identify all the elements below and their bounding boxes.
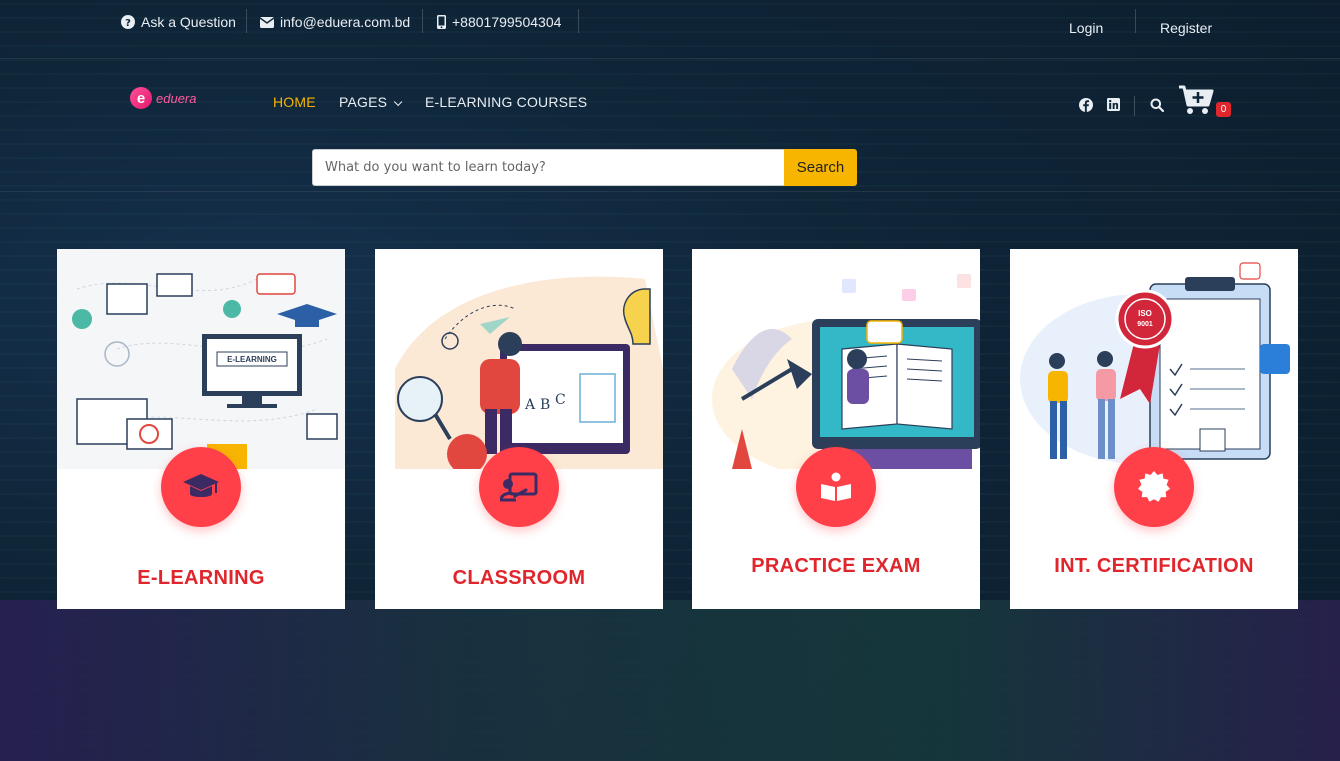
badge	[796, 447, 876, 527]
iso-label: ISO	[1138, 309, 1152, 318]
logo-mark: e	[130, 87, 152, 109]
email-link[interactable]: info@eduera.com.bd	[260, 12, 410, 32]
card-classroom[interactable]: A B C CLASSROOM	[375, 249, 663, 609]
email-label: info@eduera.com.bd	[280, 14, 411, 30]
login-link[interactable]: Login	[1069, 20, 1103, 36]
book-reader-icon	[821, 472, 851, 501]
envelope-icon	[260, 16, 274, 28]
chalkboard-teacher-icon	[500, 472, 538, 502]
card-int-certification[interactable]: ISO 9001 INT. CERTIFICATION	[1010, 249, 1298, 609]
course-search: Search	[312, 149, 857, 186]
certificate-icon	[1138, 471, 1170, 502]
badge	[479, 447, 559, 527]
iso-number-label: 9001	[1137, 321, 1153, 328]
card-elearning[interactable]: E-LEARNING E-LEARNING	[57, 249, 345, 609]
main-navigation: e eduera HOME PAGES E-LEARNING COURSES 0…	[0, 60, 1340, 192]
background-glow	[0, 600, 1340, 761]
classroom-illustration: A B C	[375, 249, 663, 469]
graduation-cap-icon	[183, 474, 219, 497]
site-logo[interactable]: e eduera	[130, 87, 196, 109]
divider	[578, 9, 579, 33]
nav-home[interactable]: HOME	[273, 94, 316, 110]
search-input[interactable]	[312, 149, 784, 186]
phone-link[interactable]: +8801799504304	[437, 12, 561, 32]
badge	[161, 447, 241, 527]
nav-elearning-courses[interactable]: E-LEARNING COURSES	[425, 94, 587, 110]
search-icon[interactable]	[1150, 98, 1165, 113]
card-title: INT. CERTIFICATION	[1054, 555, 1254, 577]
ask-question-link[interactable]: ? Ask a Question	[121, 12, 236, 32]
card-title: CLASSROOM	[452, 567, 586, 589]
phone-label: +8801799504304	[452, 14, 562, 30]
svg-text:A: A	[524, 397, 536, 413]
divider	[246, 9, 247, 33]
svg-text:?: ?	[125, 18, 131, 29]
elearning-illustration: E-LEARNING	[57, 249, 345, 469]
practice-exam-illustration	[692, 249, 980, 469]
svg-text:B: B	[540, 397, 550, 413]
badge	[1114, 447, 1194, 527]
top-bar: ? Ask a Question info@eduera.com.bd +880…	[0, 0, 1340, 59]
divider	[422, 9, 423, 33]
logo-text: eduera	[156, 90, 197, 106]
divider	[1135, 9, 1136, 33]
card-title: PRACTICE EXAM	[751, 555, 921, 577]
screen-label: E-LEARNING	[227, 355, 277, 364]
facebook-icon[interactable]	[1079, 98, 1093, 112]
question-circle-icon: ?	[121, 15, 135, 29]
mobile-phone-icon	[437, 15, 446, 29]
card-title: E-LEARNING	[137, 567, 265, 589]
nav-pages[interactable]: PAGES	[339, 94, 403, 110]
certification-illustration: ISO 9001	[1010, 249, 1298, 469]
linkedin-icon[interactable]	[1107, 98, 1121, 112]
register-link[interactable]: Register	[1160, 20, 1212, 36]
svg-text:C: C	[555, 392, 566, 408]
cart-count-badge: 0	[1216, 102, 1231, 117]
search-button[interactable]: Search	[784, 149, 857, 186]
chevron-down-icon	[394, 97, 403, 107]
shopping-cart-icon[interactable]	[1178, 84, 1214, 116]
nav-pages-label: PAGES	[339, 94, 388, 110]
divider	[1134, 96, 1135, 116]
card-practice-exam[interactable]: PRACTICE EXAM	[692, 249, 980, 609]
ask-question-label: Ask a Question	[141, 14, 236, 30]
